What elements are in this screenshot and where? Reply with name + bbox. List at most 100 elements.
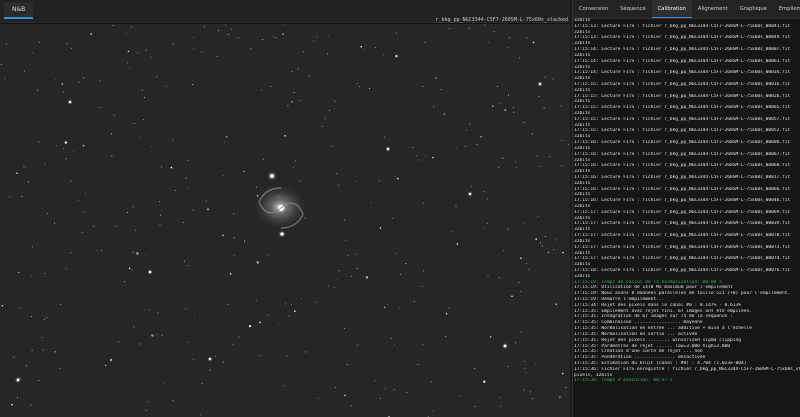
star: [295, 160, 296, 162]
log-line: 17:15:14: Lecture FITS : fichier r_bkg_p…: [574, 47, 791, 53]
star: [398, 307, 400, 309]
star: [137, 52, 139, 54]
star: [229, 273, 232, 275]
star: [32, 246, 33, 248]
tab-alignement[interactable]: Alignement: [692, 0, 734, 18]
star: [364, 48, 366, 50]
log-line: 17:15:17: Lecture FITS : fichier r_bkg_p…: [574, 209, 791, 215]
log-line: 17:15:14: Lecture FITS : fichier r_bkg_p…: [574, 58, 791, 64]
star: [394, 343, 396, 345]
star: [207, 208, 209, 210]
star: [95, 185, 97, 187]
star: [498, 166, 500, 168]
star: [150, 56, 152, 58]
star: [523, 122, 525, 124]
star: [487, 198, 488, 200]
star: [294, 310, 296, 313]
star: [528, 268, 530, 270]
star: [145, 255, 147, 257]
star: [63, 91, 65, 93]
star: [259, 355, 261, 357]
star: [43, 318, 45, 320]
star: [185, 308, 186, 310]
star: [560, 105, 562, 107]
star: [383, 306, 386, 309]
star: [174, 190, 176, 192]
star: [531, 398, 533, 400]
star: [59, 368, 61, 370]
star: [526, 37, 528, 39]
star: [163, 382, 165, 384]
star: [187, 187, 189, 189]
star: [508, 94, 510, 96]
log-line: 17:15:17: Lecture FITS : fichier r_bkg_p…: [574, 244, 791, 250]
star: [54, 79, 56, 81]
star: [549, 156, 551, 158]
star: [535, 238, 537, 240]
star: [84, 193, 86, 195]
star: [267, 254, 269, 256]
star: [331, 145, 333, 147]
star: [297, 68, 299, 70]
star: [1, 305, 4, 307]
star: [483, 191, 485, 192]
star: [146, 410, 147, 412]
star: [134, 229, 136, 231]
console-log[interactable]: 32bits 17:15:13: Lecture FITS : fichier r…: [574, 18, 800, 417]
star: [317, 397, 319, 399]
star: [432, 410, 434, 412]
star: [379, 397, 381, 399]
star: [204, 26, 206, 28]
star: [394, 176, 396, 178]
star: [109, 358, 113, 362]
star: [334, 386, 336, 388]
star: [503, 250, 504, 252]
star: [284, 135, 286, 137]
star: [390, 337, 392, 339]
star: [451, 230, 453, 232]
star: [172, 43, 174, 45]
star: [31, 276, 33, 278]
star: [19, 307, 21, 309]
star: [39, 41, 41, 43]
star: [529, 391, 531, 393]
star: [144, 96, 146, 98]
star: [547, 251, 550, 254]
star: [499, 397, 501, 399]
star: [130, 26, 132, 28]
log-line: 17:15:36: Temps d'exécution: 00:37 s: [574, 378, 673, 384]
star: [192, 209, 194, 211]
image-panel: N&B r_bkg_pp_NGC3344-C5F7-260SM-L-75x60s…: [0, 0, 570, 417]
tab-graphique[interactable]: Graphique: [734, 0, 773, 18]
star: [227, 34, 229, 35]
tab-sequence[interactable]: Séquence: [614, 0, 652, 18]
star: [270, 86, 272, 87]
star: [216, 55, 218, 57]
star: [483, 227, 485, 229]
star: [466, 129, 468, 131]
star: [256, 261, 259, 264]
star: [370, 202, 372, 204]
astro-image-view[interactable]: [0, 24, 570, 417]
star: [133, 326, 135, 328]
star: [145, 49, 147, 51]
star: [38, 141, 40, 143]
star: [194, 314, 195, 316]
star: [507, 228, 509, 230]
star: [127, 50, 130, 53]
star: [44, 163, 46, 164]
tab-empilement[interactable]: Empilement: [773, 0, 800, 18]
tab-conversion[interactable]: Conversion: [573, 0, 614, 18]
star: [422, 270, 424, 272]
star: [250, 48, 252, 50]
star: [561, 372, 564, 375]
star: [305, 351, 307, 353]
star: [469, 123, 470, 125]
star: [71, 47, 73, 49]
star: [503, 157, 505, 159]
star: [288, 315, 290, 317]
tab-nb[interactable]: N&B: [4, 2, 34, 19]
tab-calibration[interactable]: Calibration: [651, 0, 692, 18]
star: [511, 295, 513, 298]
star: [484, 24, 486, 26]
